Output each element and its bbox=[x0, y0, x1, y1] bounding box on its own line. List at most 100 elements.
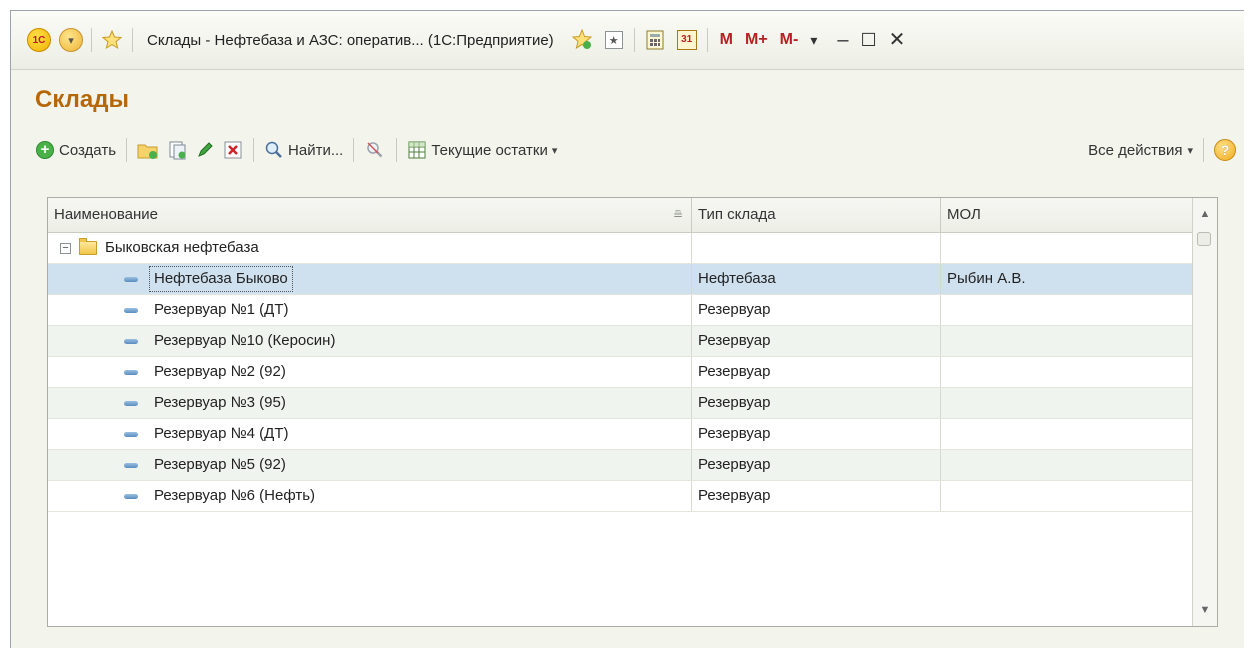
item-icon bbox=[124, 493, 138, 499]
cell-type bbox=[692, 233, 941, 263]
create-button[interactable]: + Создать bbox=[31, 136, 120, 164]
cancel-search-button[interactable] bbox=[360, 136, 390, 164]
close-button[interactable]: ✕ bbox=[889, 30, 906, 50]
cell-mol bbox=[941, 388, 1194, 418]
dropdown-arrow-icon[interactable]: ▾ bbox=[810, 33, 817, 47]
all-actions-label: Все действия bbox=[1088, 141, 1183, 159]
item-icon bbox=[124, 400, 138, 406]
table-report-icon bbox=[408, 141, 426, 159]
favorites-button[interactable] bbox=[98, 26, 126, 54]
maximize-button[interactable]: ☐ bbox=[860, 31, 876, 49]
calendar-button[interactable]: 31 bbox=[673, 26, 701, 54]
memory-m-plus-button[interactable]: M+ bbox=[745, 31, 768, 49]
add-to-favorites-button[interactable] bbox=[568, 26, 596, 54]
cell-name: Резервуар №1 (ДТ) bbox=[154, 301, 289, 318]
create-label: Создать bbox=[59, 141, 117, 159]
cancel-search-icon bbox=[367, 142, 383, 158]
delete-icon bbox=[224, 141, 242, 159]
cell-name: Резервуар №10 (Керосин) bbox=[154, 332, 336, 349]
cell-name: Резервуар №5 (92) bbox=[154, 456, 286, 473]
column-header-label: Наименование bbox=[54, 206, 158, 223]
help-button[interactable]: ? bbox=[1210, 136, 1236, 164]
item-icon bbox=[124, 276, 138, 282]
vertical-scrollbar[interactable]: ▲ ▼ bbox=[1192, 198, 1217, 626]
create-group-button[interactable] bbox=[133, 136, 163, 164]
separator bbox=[1203, 138, 1204, 162]
column-header-label: МОЛ bbox=[947, 206, 981, 223]
scroll-down-icon[interactable]: ▼ bbox=[1193, 598, 1217, 622]
table-row[interactable]: Резервуар №2 (92) Резервуар bbox=[48, 357, 1194, 388]
cell-mol bbox=[941, 450, 1194, 480]
logo-1c-icon: 1С bbox=[27, 28, 51, 52]
app-window: 1С ▾ Склады - Нефтебаза и АЗС: оператив.… bbox=[10, 10, 1244, 648]
folder-icon bbox=[79, 238, 97, 255]
pencil-icon bbox=[198, 142, 213, 157]
edit-button[interactable] bbox=[191, 136, 219, 164]
form-content: Склады + Создать Найти... Текущие остатк… bbox=[11, 70, 1244, 648]
memory-m-minus-button[interactable]: M- bbox=[780, 31, 799, 49]
chevron-down-icon: ▾ bbox=[1187, 144, 1193, 157]
cell-mol bbox=[941, 357, 1194, 387]
current-stock-button[interactable]: Текущие остатки ▾ bbox=[403, 136, 561, 164]
table-group-row[interactable]: − Быковская нефтебаза bbox=[48, 233, 1194, 264]
table-row[interactable]: Резервуар №1 (ДТ) Резервуар bbox=[48, 295, 1194, 326]
cell-name: Резервуар №6 (Нефть) bbox=[154, 487, 316, 504]
cell-type: Резервуар bbox=[692, 481, 941, 511]
table-row[interactable]: Резервуар №3 (95) Резервуар bbox=[48, 388, 1194, 419]
column-header-type[interactable]: Тип склада bbox=[692, 198, 941, 232]
search-icon bbox=[265, 141, 282, 158]
table-row[interactable]: Резервуар №4 (ДТ) Резервуар bbox=[48, 419, 1194, 450]
sort-ascending-icon: ≞ bbox=[672, 208, 683, 222]
star-icon bbox=[101, 29, 123, 50]
cell-type: Резервуар bbox=[692, 450, 941, 480]
help-icon: ? bbox=[1214, 139, 1236, 161]
main-menu-button[interactable]: ▾ bbox=[57, 26, 85, 54]
collapse-icon[interactable]: − bbox=[60, 242, 71, 254]
minimize-button[interactable]: – bbox=[837, 30, 848, 50]
separator bbox=[353, 138, 355, 162]
cell-mol: Рыбин А.В. bbox=[941, 264, 1194, 294]
column-header-name[interactable]: Наименование ≞ bbox=[48, 198, 692, 232]
cell-mol bbox=[941, 481, 1194, 511]
copy-button[interactable] bbox=[163, 136, 191, 164]
table-row[interactable]: Резервуар №6 (Нефть) Резервуар bbox=[48, 481, 1194, 512]
title-bar: 1С ▾ Склады - Нефтебаза и АЗС: оператив.… bbox=[11, 11, 1244, 70]
scroll-up-icon[interactable]: ▲ bbox=[1193, 202, 1217, 226]
cell-mol bbox=[941, 326, 1194, 356]
find-label: Найти... bbox=[288, 141, 344, 159]
find-button[interactable]: Найти... bbox=[260, 136, 347, 164]
cell-name: Резервуар №2 (92) bbox=[154, 363, 286, 380]
column-header-mol[interactable]: МОЛ bbox=[941, 198, 1194, 232]
cell-name: Резервуар №4 (ДТ) bbox=[154, 425, 289, 442]
all-actions-button[interactable]: Все действия ▾ bbox=[1084, 136, 1197, 164]
cell-type: Резервуар bbox=[692, 419, 941, 449]
table-row[interactable]: Резервуар №10 (Керосин) Резервуар bbox=[48, 326, 1194, 357]
page-title: Склады bbox=[35, 86, 129, 113]
delete-button[interactable] bbox=[219, 136, 247, 164]
chevron-down-icon: ▾ bbox=[551, 144, 558, 157]
cell-type: Резервуар bbox=[692, 388, 941, 418]
separator bbox=[633, 28, 635, 52]
app-logo[interactable]: 1С bbox=[25, 26, 53, 54]
window-title: Склады - Нефтебаза и АЗС: оператив... (1… bbox=[147, 31, 554, 49]
history-icon: ★ bbox=[604, 31, 623, 49]
separator bbox=[91, 28, 92, 52]
copy-icon bbox=[169, 141, 186, 160]
group-name: Быковская нефтебаза bbox=[105, 239, 259, 256]
column-header-label: Тип склада bbox=[698, 206, 776, 223]
cell-mol bbox=[941, 233, 1194, 263]
table-body: − Быковская нефтебаза Нефтебаза Быково Н… bbox=[48, 233, 1194, 512]
item-icon bbox=[124, 369, 138, 375]
table-row[interactable]: Резервуар №5 (92) Резервуар bbox=[48, 450, 1194, 481]
history-button[interactable]: ★ bbox=[600, 26, 628, 54]
cell-mol bbox=[941, 295, 1194, 325]
table-row[interactable]: Нефтебаза Быково Нефтебаза Рыбин А.В. bbox=[48, 264, 1194, 295]
separator bbox=[706, 28, 708, 52]
current-stock-label: Текущие остатки bbox=[431, 141, 548, 159]
memory-m-button[interactable]: M bbox=[720, 31, 733, 49]
separator bbox=[396, 138, 398, 162]
calculator-button[interactable] bbox=[641, 26, 669, 54]
table-header: Наименование ≞ Тип склада МОЛ bbox=[48, 198, 1194, 233]
scroll-thumb[interactable] bbox=[1197, 232, 1211, 246]
item-icon bbox=[124, 338, 138, 344]
